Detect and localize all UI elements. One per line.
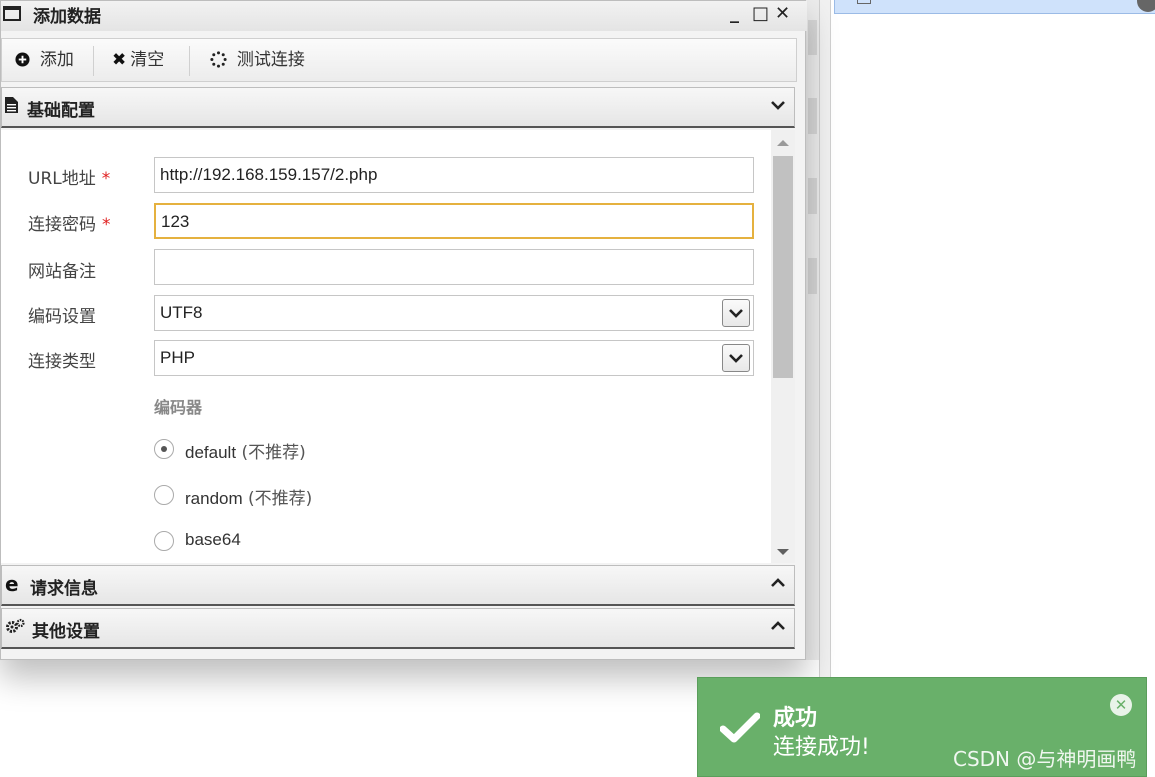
request-info-panel-header[interactable]: e 请求信息 — [1, 565, 795, 606]
toast-title: 成功 — [773, 706, 818, 731]
connection-type-selected-value: PHP — [160, 348, 195, 367]
scroll-down-arrow[interactable] — [777, 549, 789, 555]
encoding-select[interactable]: UTF8 — [154, 295, 754, 331]
form-scrollbar[interactable] — [771, 130, 795, 563]
toolbar-separator — [189, 46, 190, 76]
maximize-button[interactable]: □ — [752, 3, 769, 24]
add-button-label: 添加 — [39, 50, 74, 70]
request-info-title: 请求信息 — [30, 579, 98, 599]
add-data-dialog: 添加数据 _ □ ✕ 添加 ✖ 清空 测试连接 基础配置 URL地址 * htt… — [0, 0, 807, 660]
scroll-thumb[interactable] — [773, 156, 793, 378]
test-connection-button[interactable]: 测试连接 — [210, 39, 305, 81]
basic-config-title: 基础配置 — [27, 101, 95, 121]
test-connection-label: 测试连接 — [236, 50, 305, 70]
dialog-toolbar: 添加 ✖ 清空 测试连接 — [1, 38, 797, 82]
url-label: URL地址 * — [28, 169, 111, 189]
count-badge — [1137, 0, 1155, 12]
required-mark: * — [102, 215, 111, 235]
x-icon: ✖ — [112, 50, 127, 70]
toolbar-separator — [93, 46, 94, 76]
chevron-up-icon — [771, 578, 785, 587]
other-settings-panel-header[interactable]: 其他设置 — [1, 608, 795, 649]
password-label: 连接密码 * — [28, 215, 111, 235]
gears-icon — [5, 618, 25, 639]
chevron-up-icon — [771, 621, 785, 630]
url-input[interactable]: http://192.168.159.157/2.php — [154, 157, 754, 193]
add-button[interactable]: 添加 — [15, 39, 74, 81]
scroll-up-arrow[interactable] — [777, 140, 789, 146]
chevron-down-icon — [771, 101, 785, 110]
type-label: 连接类型 — [28, 352, 96, 372]
toast-message: 连接成功! — [773, 735, 870, 760]
folder-icon — [857, 0, 871, 4]
dialog-titlebar[interactable]: 添加数据 _ □ ✕ — [1, 1, 807, 31]
encoding-selected-value: UTF8 — [160, 303, 203, 322]
radio-label: default (不推荐) — [185, 443, 306, 463]
radio-circle[interactable] — [154, 439, 174, 459]
password-input[interactable]: 123 — [154, 203, 754, 239]
window-icon — [3, 6, 21, 21]
clear-button[interactable]: ✖ 清空 — [112, 39, 164, 81]
document-icon — [5, 97, 18, 118]
watermark: CSDN @与神明画鸭 — [953, 747, 1137, 771]
clear-button-label: 清空 — [130, 50, 165, 70]
close-button[interactable]: ✕ — [775, 3, 790, 24]
note-label: 网站备注 — [28, 262, 96, 282]
chevron-down-icon[interactable] — [722, 299, 750, 327]
radio-label: random (不推荐) — [185, 489, 313, 509]
radio-label: base64 — [185, 530, 241, 549]
dialog-title: 添加数据 — [33, 7, 101, 27]
category-item[interactable] — [834, 0, 1155, 14]
note-input[interactable] — [154, 249, 754, 285]
toast-close-icon[interactable]: ✕ — [1110, 694, 1132, 716]
radio-circle[interactable] — [154, 531, 174, 551]
plus-circle-icon — [15, 50, 36, 70]
basic-config-panel-header[interactable]: 基础配置 — [1, 87, 795, 128]
background-scrollbar — [806, 0, 819, 660]
spinner-icon — [210, 50, 233, 70]
background-right-pane — [831, 0, 1155, 777]
checkmark-icon — [720, 712, 760, 743]
minimize-button[interactable]: _ — [730, 3, 739, 24]
other-settings-title: 其他设置 — [32, 622, 100, 642]
ie-icon: e — [5, 572, 19, 596]
radio-circle[interactable] — [154, 485, 174, 505]
required-mark: * — [101, 169, 111, 189]
basic-config-form: URL地址 * http://192.168.159.157/2.php 连接密码… — [1, 130, 771, 563]
chevron-down-icon[interactable] — [722, 344, 750, 372]
encoder-label: 编码器 — [154, 398, 203, 417]
encoding-label: 编码设置 — [28, 307, 96, 327]
connection-type-select[interactable]: PHP — [154, 340, 754, 376]
pane-splitter[interactable] — [819, 0, 831, 777]
